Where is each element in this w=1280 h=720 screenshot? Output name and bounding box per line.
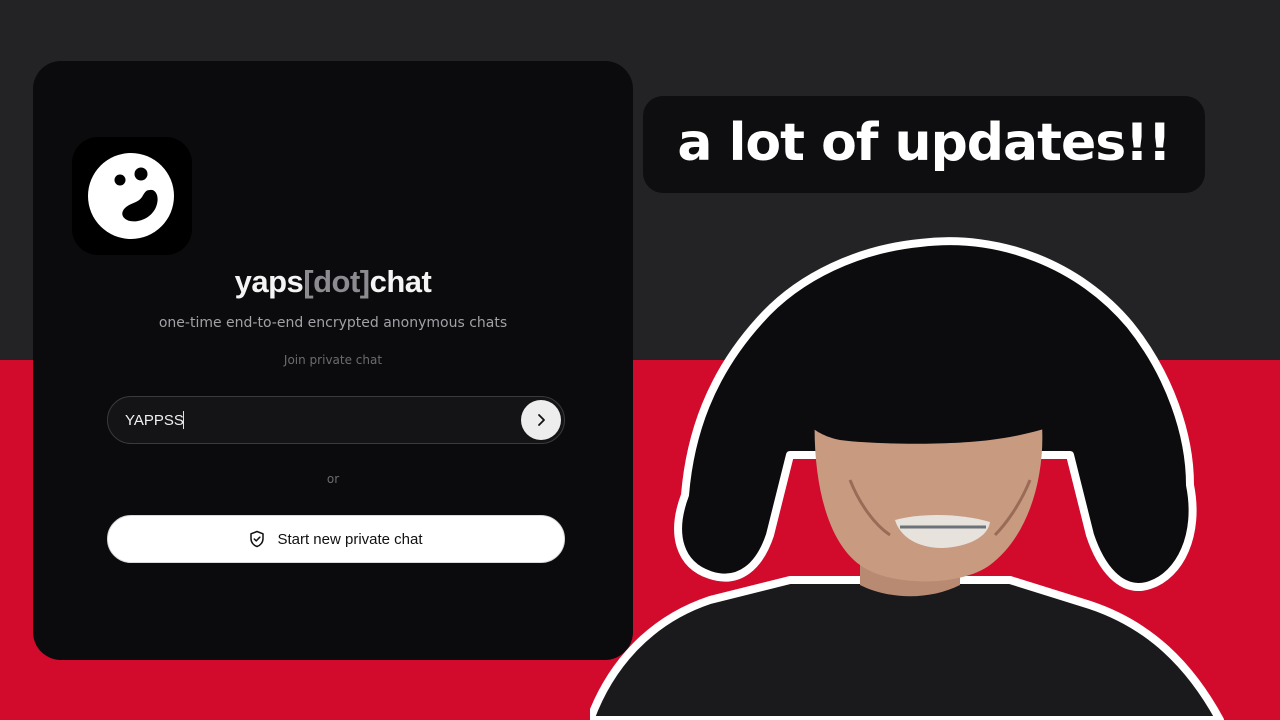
smiley-blob-logo-icon <box>88 153 174 239</box>
person-cutout-image <box>590 237 1224 720</box>
start-button-content: Start new private chat <box>108 516 564 562</box>
brand-prefix: yaps <box>234 264 304 299</box>
start-button-label: Start new private chat <box>277 530 423 548</box>
brand-title: yaps[dot]chat <box>33 264 633 300</box>
join-input-group <box>107 396 565 444</box>
divider-or: or <box>326 472 340 486</box>
app-card: yaps[dot]chat one-time end-to-end encryp… <box>33 61 633 660</box>
tagline: one-time end-to-end encrypted anonymous … <box>158 315 508 331</box>
chevron-right-icon <box>538 414 545 426</box>
brand-suffix: chat <box>369 264 432 299</box>
brand-mid: [dot] <box>303 264 370 299</box>
join-submit-button[interactable] <box>521 400 561 440</box>
chat-code-input[interactable] <box>125 397 505 443</box>
overlay-banner: a lot of updates!! <box>643 96 1205 193</box>
logo <box>72 137 192 255</box>
shield-check-icon <box>250 530 265 548</box>
banner-text: a lot of updates!! <box>677 113 1171 173</box>
text-caret <box>183 411 184 429</box>
start-private-chat-button[interactable]: Start new private chat <box>107 515 565 563</box>
join-label: Join private chat <box>283 353 383 367</box>
